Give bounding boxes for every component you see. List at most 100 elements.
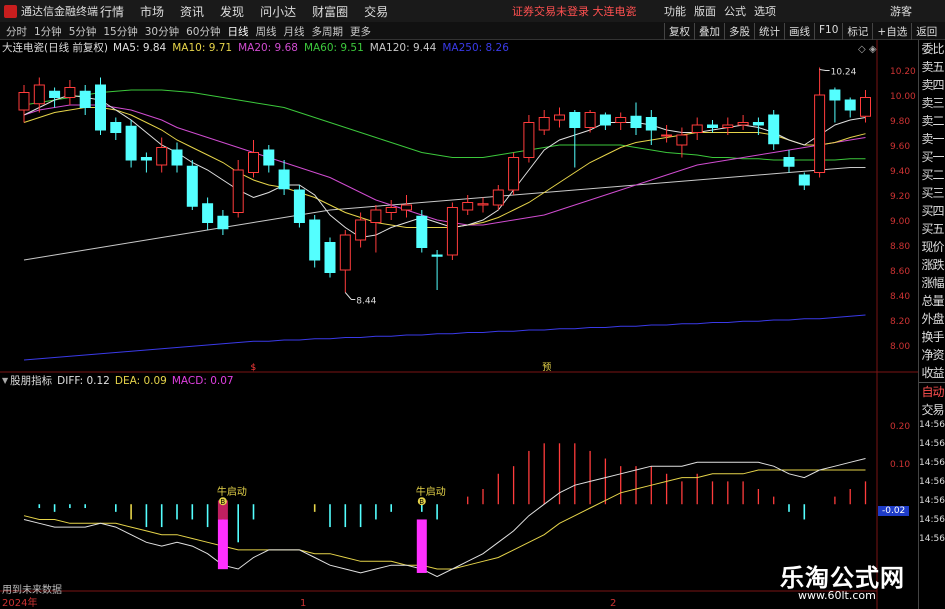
period-tab-1[interactable]: 1分钟 (34, 24, 62, 39)
candle[interactable] (401, 195, 412, 218)
right-menu-item-1[interactable]: 版面 (694, 3, 716, 19)
period-tab-2[interactable]: 5分钟 (69, 24, 97, 39)
candle[interactable] (737, 115, 749, 130)
side-panel-item-16[interactable]: 换手 (919, 328, 945, 346)
candle[interactable] (248, 140, 259, 178)
side-panel-item-14[interactable]: 总量 (919, 292, 945, 310)
toolbar-button-5[interactable]: F10 (814, 23, 842, 40)
side-panel-item-18[interactable]: 收益 (919, 364, 945, 383)
toolbar-button-7[interactable]: +自选 (872, 23, 911, 40)
period-tab-3[interactable]: 15分钟 (103, 24, 137, 39)
side-panel-item-15[interactable]: 外盘 (919, 310, 945, 328)
candle[interactable] (232, 160, 244, 218)
candle[interactable] (324, 237, 336, 278)
candle[interactable] (783, 150, 795, 173)
right-menu-item-3[interactable]: 选项 (754, 3, 776, 19)
main-menu-item-6[interactable]: 交易 (364, 3, 388, 20)
candle[interactable] (278, 160, 290, 195)
main-menu-item-2[interactable]: 资讯 (180, 3, 204, 20)
candle[interactable] (33, 77, 45, 113)
period-tab-7[interactable]: 周线 (256, 24, 277, 39)
chart-area[interactable]: 10.248.44$ 预 B牛启动B牛启动 2024年 1 2 ◇ ◈ (0, 40, 918, 609)
candle[interactable] (263, 145, 275, 173)
side-panel-item-19[interactable]: 自动 (919, 383, 945, 401)
candle[interactable] (431, 250, 443, 290)
side-panel-item-1[interactable]: 卖五 (919, 58, 945, 76)
candle[interactable] (370, 205, 382, 253)
signal-marker[interactable]: B牛启动 (416, 485, 446, 573)
candle[interactable] (661, 125, 673, 143)
side-panel-item-11[interactable]: 现价 (919, 238, 945, 256)
candle[interactable] (171, 142, 183, 173)
candle[interactable] (798, 172, 810, 191)
candle[interactable] (110, 117, 122, 141)
side-panel-item-3[interactable]: 卖三 (919, 94, 945, 112)
period-tab-6[interactable]: 日线 (228, 24, 249, 39)
candle[interactable] (492, 185, 504, 210)
period-tab-5[interactable]: 60分钟 (186, 24, 220, 39)
side-panel-item-17[interactable]: 净资 (919, 346, 945, 364)
candle[interactable] (462, 195, 474, 215)
candle[interactable] (125, 120, 137, 168)
main-menu-item-0[interactable]: 行情 (100, 3, 124, 20)
candle[interactable] (569, 110, 581, 168)
candle[interactable] (416, 210, 428, 253)
signal-marker[interactable]: B牛启动 (217, 485, 247, 570)
toolbar-button-6[interactable]: 标记 (842, 23, 872, 40)
main-menu-item-3[interactable]: 发现 (220, 3, 244, 20)
candle[interactable] (630, 102, 642, 136)
period-tab-4[interactable]: 30分钟 (145, 24, 179, 39)
candle[interactable] (18, 85, 30, 123)
candle[interactable] (691, 117, 703, 141)
candle[interactable] (584, 110, 596, 133)
side-panel-item-2[interactable]: 卖四 (919, 76, 945, 94)
candle[interactable] (79, 85, 91, 115)
toolbar-button-8[interactable]: 返回 (911, 23, 941, 40)
period-tab-0[interactable]: 分时 (6, 24, 27, 39)
main-menu-item-1[interactable]: 市场 (140, 3, 164, 20)
candle[interactable] (293, 185, 305, 228)
toolbar-button-3[interactable]: 统计 (754, 23, 784, 40)
candle[interactable] (140, 152, 152, 173)
toolbar-button-1[interactable]: 叠加 (694, 23, 724, 40)
right-menu-item-2[interactable]: 公式 (724, 3, 746, 19)
candle[interactable] (446, 202, 458, 261)
candle[interactable] (477, 197, 489, 213)
side-panel-item-10[interactable]: 买五 (919, 220, 945, 238)
side-panel-item-9[interactable]: 买四 (919, 202, 945, 220)
candle[interactable] (355, 212, 367, 248)
candle[interactable] (538, 110, 550, 135)
candle[interactable] (554, 107, 565, 128)
toolbar-button-2[interactable]: 多股 (724, 23, 754, 40)
period-tab-9[interactable]: 多周期 (312, 24, 344, 39)
candle[interactable] (615, 112, 627, 131)
candle[interactable] (599, 112, 611, 131)
candle[interactable] (202, 197, 214, 231)
side-panel-item-13[interactable]: 涨幅 (919, 274, 945, 292)
candle[interactable] (768, 110, 780, 150)
side-panel-item-12[interactable]: 涨跌 (919, 256, 945, 274)
candle[interactable] (186, 160, 198, 210)
candle[interactable] (829, 87, 841, 123)
candle[interactable] (217, 210, 229, 235)
right-menu-item-0[interactable]: 功能 (664, 3, 686, 19)
candle[interactable] (49, 87, 61, 108)
guest-user[interactable]: 游客 (890, 3, 912, 19)
candle[interactable] (339, 230, 351, 293)
side-panel-item-0[interactable]: 委比 (919, 40, 945, 58)
login-notice[interactable]: 证券交易未登录 大连电瓷 (512, 3, 637, 19)
candle[interactable] (64, 80, 76, 105)
settings-icon[interactable]: ◇ ◈ (858, 44, 877, 55)
side-panel-item-4[interactable]: 卖二 (919, 112, 945, 130)
candle[interactable] (95, 77, 106, 136)
candle[interactable] (309, 215, 321, 268)
side-panel-item-20[interactable]: 交易 (919, 401, 945, 419)
toolbar-button-4[interactable]: 画线 (784, 23, 814, 40)
period-tab-10[interactable]: 更多 (350, 24, 371, 39)
candle[interactable] (523, 115, 535, 163)
side-panel-item-8[interactable]: 买三 (919, 184, 945, 202)
candle[interactable] (844, 97, 856, 118)
candle[interactable] (508, 152, 520, 196)
candle[interactable] (814, 67, 826, 178)
side-panel-item-6[interactable]: 买一 (919, 148, 945, 166)
